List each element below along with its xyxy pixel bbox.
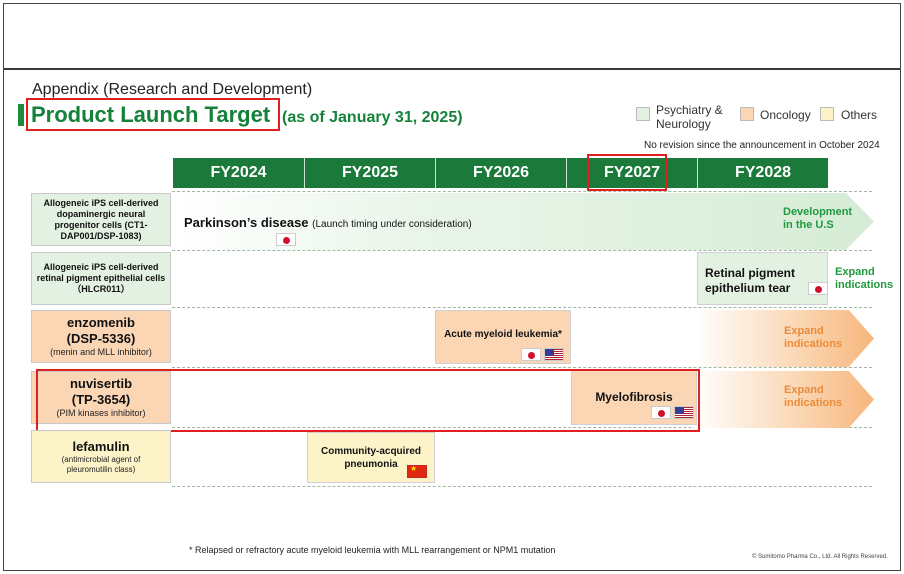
- legend-swatch-psychiatry: [636, 107, 650, 121]
- legend-label-psychiatry: Psychiatry & Neurology: [656, 103, 723, 131]
- row-divider: [172, 367, 872, 368]
- row-divider: [172, 307, 872, 308]
- legend-label-others: Others: [841, 108, 878, 122]
- expand-label-us: Development in the U.S: [783, 206, 853, 231]
- japan-flag-icon: [808, 282, 828, 295]
- row-divider: [172, 250, 872, 251]
- china-flag-icon: [407, 464, 427, 478]
- drug-name: lefamulin: [72, 438, 130, 454]
- section-heading: Appendix (Research and Development): [32, 81, 313, 98]
- indication-rpe-tear: Retinal pigment epithelium tear: [697, 252, 828, 305]
- japan-flag-icon: [521, 348, 541, 361]
- fy-header-2026: FY2026: [435, 158, 566, 188]
- page-subtitle: (as of January 31, 2025): [282, 109, 463, 126]
- row-divider: [172, 191, 872, 192]
- usa-flag-icon: [544, 348, 564, 361]
- japan-flag-icon: [276, 233, 296, 246]
- row-divider: [172, 486, 872, 487]
- indication-label: Retinal pigment epithelium tear: [705, 266, 796, 295]
- legend-swatch-others: [820, 107, 834, 121]
- drug-cell-hlcr011: Allogeneic iPS cell-derived retinal pigm…: [31, 252, 171, 305]
- drug-name: enzomenib (DSP-5336): [66, 315, 136, 346]
- expand-label-rpe: Expand indications: [835, 266, 894, 291]
- legend-label-oncology: Oncology: [760, 108, 811, 122]
- drug-cell-ct1-dap001: Allogeneic iPS cell-derived dopaminergic…: [31, 193, 171, 246]
- fy-header-2028: FY2028: [697, 158, 828, 188]
- copyright: © Sumitomo Pharma Co., Ltd. All Rights R…: [752, 554, 888, 560]
- nuvisertib-highlight-box: [36, 369, 700, 432]
- expand-label-myelofibrosis: Expand indications: [784, 384, 843, 409]
- revision-note: No revision since the announcement in Oc…: [644, 140, 880, 151]
- title-highlight-box: [26, 98, 280, 131]
- indication-parkinsons: Parkinson’s disease (Launch timing under…: [184, 215, 472, 230]
- indication-label: Acute myeloid leukemia*: [444, 329, 562, 340]
- fy-header-2024: FY2024: [173, 158, 304, 188]
- expand-label-aml: Expand indications: [784, 325, 843, 350]
- slide-top-rule: [4, 68, 900, 70]
- footnote: * Relapsed or refractory acute myeloid l…: [189, 545, 556, 555]
- indication-note: (Launch timing under consideration): [312, 219, 472, 230]
- drug-cell-lefamulin: lefamulin (antimicrobial agent of pleuro…: [31, 430, 171, 483]
- drug-description: (menin and MLL inhibitor): [50, 347, 152, 357]
- drug-name: Allogeneic iPS cell-derived dopaminergic…: [43, 197, 159, 241]
- indication-label: Parkinson’s disease: [184, 215, 309, 230]
- drug-cell-enzomenib: enzomenib (DSP-5336) (menin and MLL inhi…: [31, 310, 171, 363]
- fy2027-highlight-box: [587, 154, 667, 191]
- indication-label: Community-acquired pneumonia: [321, 446, 422, 470]
- fy-header-2025: FY2025: [304, 158, 435, 188]
- drug-name: Allogeneic iPS cell-derived retinal pigm…: [36, 262, 166, 294]
- drug-description: (antimicrobial agent of pleuromutilin cl…: [61, 454, 141, 474]
- legend-swatch-oncology: [740, 107, 754, 121]
- title-accent-bar: [18, 104, 24, 126]
